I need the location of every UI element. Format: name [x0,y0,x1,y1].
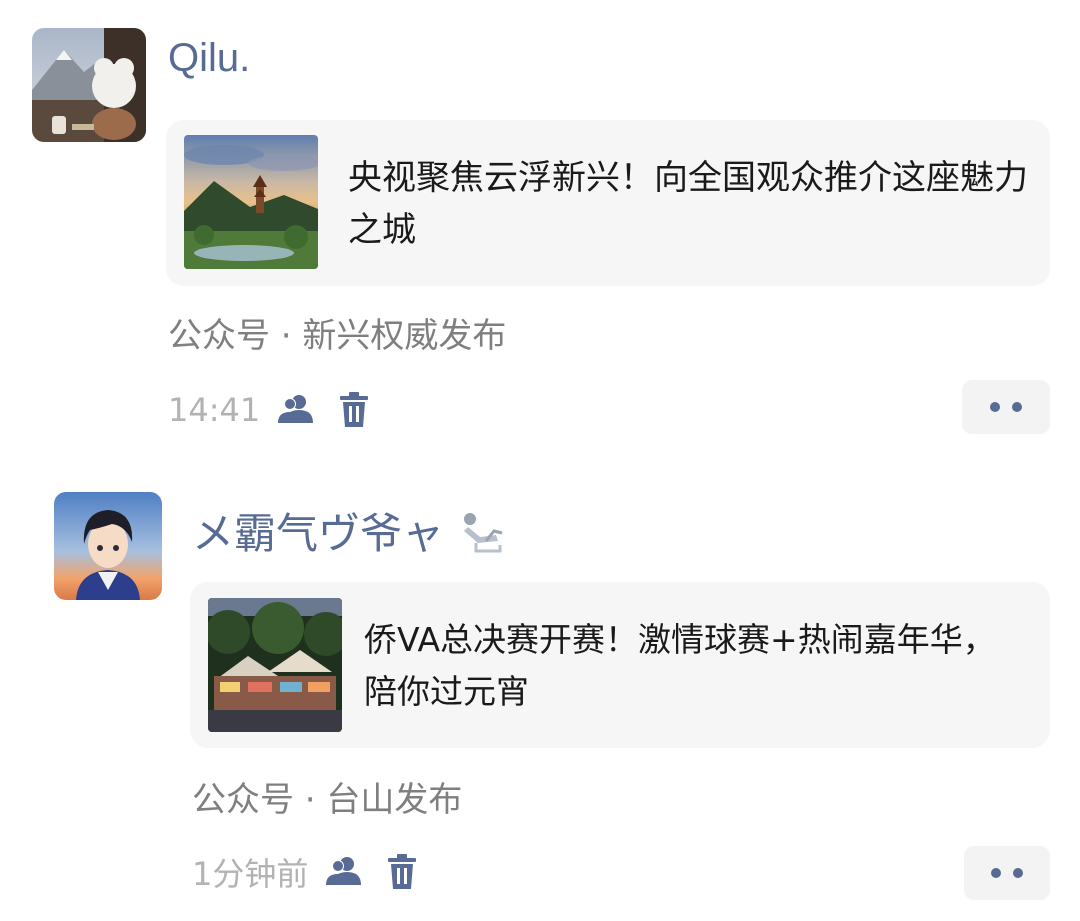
article-source[interactable]: 公众号 · 新兴权威发布 [168,308,506,357]
nickname[interactable]: メ霸气ヴ爷ャ [192,500,504,563]
post-meta: 1分钟前 [192,848,440,896]
contacts-visibility-icon[interactable] [276,393,316,427]
contacts-visibility-icon[interactable] [324,855,364,889]
article-title: 央视聚焦云浮新兴！向全国观众推介这座魅力之城 [348,158,1028,250]
status-relax-icon[interactable] [458,511,504,563]
article-source[interactable]: 公众号 · 台山发布 [192,772,462,821]
avatar[interactable] [32,28,146,142]
moment-post: Qilu. 央视聚焦云浮新兴！向全国观众推介这座魅力之城 公众号 · 新兴权威发… [0,0,1080,460]
trash-icon[interactable] [338,392,370,428]
article-title: 侨VA总决赛开赛！激情球赛+热闹嘉年华，陪你过元宵 [364,620,996,711]
nickname[interactable]: Qilu. [168,36,250,81]
article-thumbnail-icon [208,598,342,732]
trash-icon[interactable] [386,854,418,890]
timestamp: 14:41 [168,391,261,429]
more-dots-icon [990,402,1000,412]
shared-article-card[interactable]: 央视聚焦云浮新兴！向全国观众推介这座魅力之城 [166,120,1050,286]
timestamp: 1分钟前 [192,855,309,893]
more-options-button[interactable] [964,846,1050,900]
article-thumbnail-icon [184,135,318,269]
post-meta: 14:41 [168,386,392,434]
moment-post: メ霸气ヴ爷ャ 侨VA总决赛开赛！激情球赛+热闹嘉年华，陪你过元宵 公众号 · 台… [0,460,1080,921]
more-dots-icon [991,868,1001,878]
shared-article-card[interactable]: 侨VA总决赛开赛！激情球赛+热闹嘉年华，陪你过元宵 [190,582,1050,748]
nickname-text[interactable]: メ霸气ヴ爷ャ [192,509,444,558]
more-options-button[interactable] [962,380,1050,434]
avatar[interactable] [54,492,162,600]
